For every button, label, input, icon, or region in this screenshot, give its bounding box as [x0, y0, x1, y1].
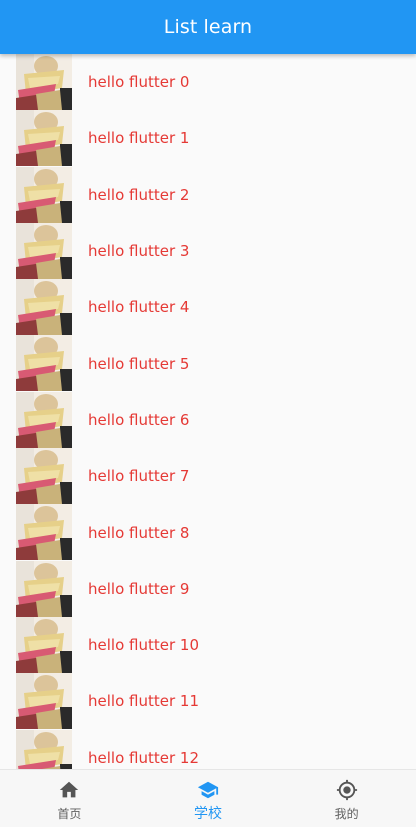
list-item[interactable]: hello flutter 7: [0, 448, 416, 505]
list-item-thumbnail: [16, 560, 72, 617]
list-item-thumbnail: [16, 391, 72, 448]
nav-item-label: 首页: [57, 807, 82, 821]
photo-thumbnail-graphic: [16, 335, 72, 392]
photo-thumbnail-graphic: [16, 222, 72, 279]
photo-thumbnail-graphic: [16, 54, 72, 110]
photo-thumbnail-graphic: [16, 729, 72, 769]
list-item[interactable]: hello flutter 6: [0, 391, 416, 448]
list-item[interactable]: hello flutter 11: [0, 673, 416, 730]
list-item-label: hello flutter 2: [88, 185, 190, 204]
list-item[interactable]: hello flutter 1: [0, 110, 416, 167]
list-item-thumbnail: [16, 54, 72, 110]
list-item-thumbnail: [16, 110, 72, 167]
list-item-label: hello flutter 3: [88, 242, 190, 261]
list-item-thumbnail: [16, 279, 72, 336]
list-item-label: hello flutter 7: [88, 467, 190, 486]
app-screen: List learn hello flutter 0 hello flutter…: [0, 0, 416, 827]
app-bar-title: List learn: [163, 16, 253, 38]
photo-thumbnail-graphic: [16, 673, 72, 730]
list-item-thumbnail: [16, 729, 72, 769]
list-item-label: hello flutter 1: [88, 129, 190, 148]
list-item[interactable]: hello flutter 0: [0, 54, 416, 110]
photo-thumbnail-graphic: [16, 166, 72, 223]
school-icon: [197, 781, 219, 799]
list-item-label: hello flutter 11: [88, 692, 199, 711]
list-item-label: hello flutter 6: [88, 410, 190, 429]
list-item[interactable]: hello flutter 8: [0, 504, 416, 561]
nav-item-label: 我的: [334, 807, 359, 821]
nav-item-school[interactable]: 学校: [139, 770, 278, 827]
bottom-navigation-bar: 首页 学校 我的: [0, 769, 416, 827]
location-target-icon: [336, 779, 357, 801]
list-item-thumbnail: [16, 673, 72, 730]
list-item-thumbnail: [16, 222, 72, 279]
list-item-thumbnail: [16, 335, 72, 392]
list-item[interactable]: hello flutter 9: [0, 560, 416, 617]
list-item[interactable]: hello flutter 3: [0, 222, 416, 279]
list-item-label: hello flutter 4: [88, 298, 190, 317]
list-item-label: hello flutter 10: [88, 636, 199, 655]
nav-item-home[interactable]: 首页: [0, 770, 139, 827]
photo-thumbnail-graphic: [16, 391, 72, 448]
photo-thumbnail-graphic: [16, 616, 72, 673]
list-item-label: hello flutter 0: [88, 73, 190, 92]
list-view[interactable]: hello flutter 0 hello flutter 1 hello fl…: [0, 54, 416, 769]
list-item[interactable]: hello flutter 4: [0, 279, 416, 336]
list-item[interactable]: hello flutter 12: [0, 729, 416, 769]
list-item-label: hello flutter 9: [88, 579, 190, 598]
list-item-thumbnail: [16, 504, 72, 561]
list-item-thumbnail: [16, 448, 72, 505]
photo-thumbnail-graphic: [16, 560, 72, 617]
list-item-thumbnail: [16, 166, 72, 223]
list-item-label: hello flutter 12: [88, 748, 199, 767]
list-item[interactable]: hello flutter 10: [0, 616, 416, 673]
list-item-label: hello flutter 8: [88, 523, 190, 542]
list-item[interactable]: hello flutter 2: [0, 166, 416, 223]
home-icon: [60, 781, 79, 798]
nav-item-label: 学校: [194, 806, 222, 822]
photo-thumbnail-graphic: [16, 110, 72, 167]
app-bar: List learn: [0, 0, 416, 54]
nav-item-mine[interactable]: 我的: [277, 770, 416, 827]
photo-thumbnail-graphic: [16, 448, 72, 505]
list-item-thumbnail: [16, 616, 72, 673]
list-item-label: hello flutter 5: [88, 354, 190, 373]
photo-thumbnail-graphic: [16, 504, 72, 561]
list-item[interactable]: hello flutter 5: [0, 335, 416, 392]
photo-thumbnail-graphic: [16, 279, 72, 336]
